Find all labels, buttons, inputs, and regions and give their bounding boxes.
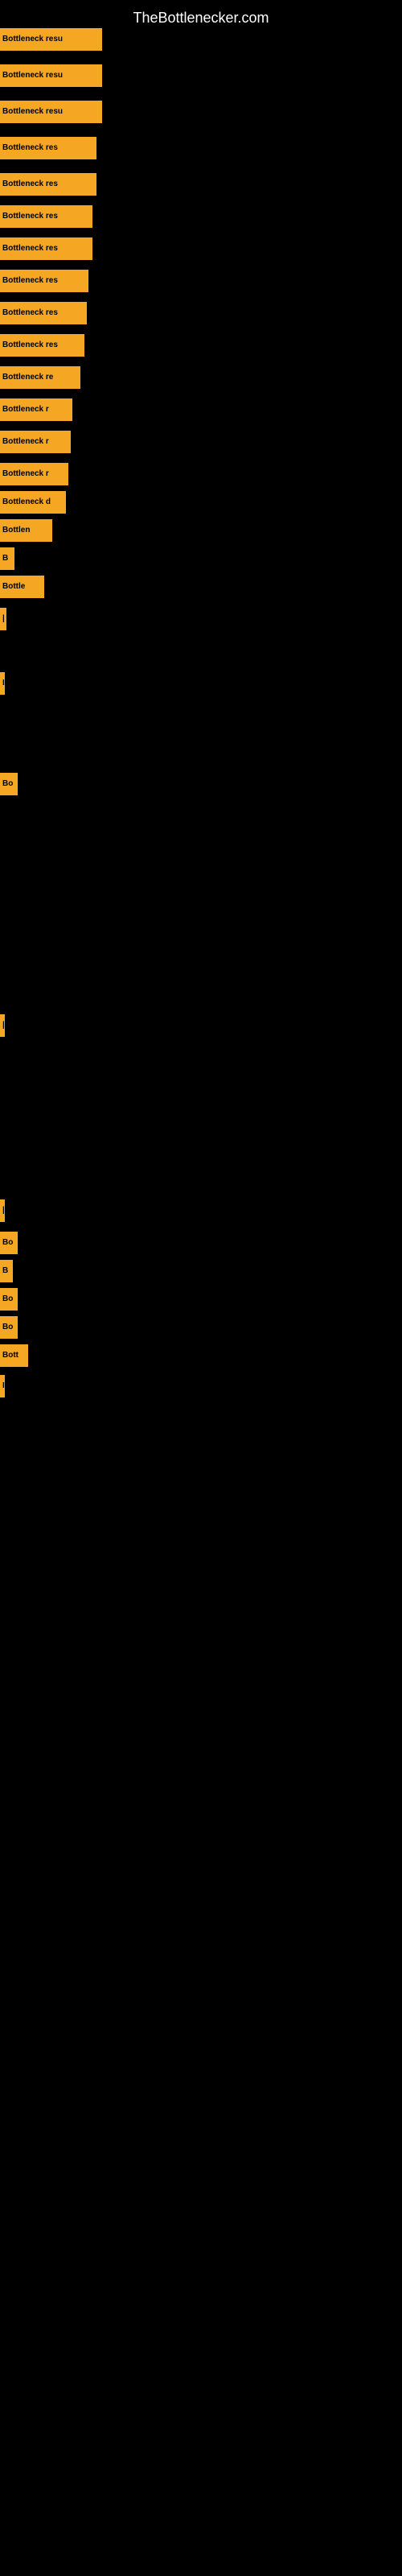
- bar-label: I: [0, 672, 5, 695]
- bar-row: Bottle: [0, 576, 44, 598]
- bar-label: Bottleneck d: [0, 491, 66, 514]
- bar-row: |: [0, 608, 6, 630]
- bar-label: Bottlen: [0, 519, 52, 542]
- bar-label: Bottleneck res: [0, 237, 92, 260]
- bar-label: Bottleneck resu: [0, 64, 102, 87]
- bar-row: Bottleneck res: [0, 173, 96, 196]
- bar-label: Bo: [0, 1316, 18, 1339]
- bar-label: Bottleneck res: [0, 137, 96, 159]
- bar-row: Bo: [0, 1316, 18, 1339]
- bar-label: Bottleneck resu: [0, 28, 102, 51]
- bar-label: |: [0, 1014, 5, 1037]
- bar-row: Bottleneck res: [0, 334, 84, 357]
- bar-label: B: [0, 547, 14, 570]
- bar-label: Bottleneck res: [0, 302, 87, 324]
- bar-row: Bottleneck res: [0, 270, 88, 292]
- bar-row: I: [0, 1375, 4, 1397]
- bar-label: Bottleneck res: [0, 334, 84, 357]
- bar-row: Bottleneck res: [0, 137, 96, 159]
- bar-row: Bo: [0, 773, 18, 795]
- bar-row: Bo: [0, 1232, 18, 1254]
- bar-label: Bott: [0, 1344, 28, 1367]
- bar-label: Bo: [0, 1288, 18, 1311]
- bar-label: B: [0, 1260, 13, 1282]
- bar-label: |: [0, 1199, 5, 1222]
- bar-row: |: [0, 1199, 5, 1222]
- bar-label: Bottleneck r: [0, 431, 71, 453]
- bar-label: Bottleneck r: [0, 398, 72, 421]
- chart-area: Bottleneck resu Bottleneck resu Bottleneck…: [0, 0, 402, 2576]
- bar-row: Bo: [0, 1288, 18, 1311]
- bar-row: Bottleneck r: [0, 398, 72, 421]
- bar-row: Bottleneck r: [0, 463, 68, 485]
- bar-label: Bottleneck res: [0, 205, 92, 228]
- bar-label: Bottleneck r: [0, 463, 68, 485]
- bar-row: |: [0, 1014, 5, 1037]
- bar-row: B: [0, 1260, 13, 1282]
- bar-label: Bottleneck resu: [0, 101, 102, 123]
- bar-row: Bottleneck r: [0, 431, 71, 453]
- bar-row: Bottleneck res: [0, 205, 92, 228]
- bar-row: Bottleneck resu: [0, 64, 102, 87]
- bar-label: Bo: [0, 1232, 18, 1254]
- bar-row: I: [0, 672, 4, 695]
- bar-row: Bottleneck re: [0, 366, 80, 389]
- bar-label: Bottle: [0, 576, 44, 598]
- bar-row: Bottlen: [0, 519, 52, 542]
- bar-row: Bottleneck res: [0, 237, 92, 260]
- bar-label: Bottleneck res: [0, 270, 88, 292]
- bar-label: Bottleneck re: [0, 366, 80, 389]
- bar-row: B: [0, 547, 14, 570]
- bar-label: |: [0, 608, 6, 630]
- bar-row: Bott: [0, 1344, 28, 1367]
- bar-label: Bo: [0, 773, 18, 795]
- bar-row: Bottleneck resu: [0, 101, 102, 123]
- bar-row: Bottleneck resu: [0, 28, 102, 51]
- bar-row: Bottleneck d: [0, 491, 66, 514]
- bar-row: Bottleneck res: [0, 302, 87, 324]
- bar-label: Bottleneck res: [0, 173, 96, 196]
- bar-label: I: [0, 1375, 5, 1397]
